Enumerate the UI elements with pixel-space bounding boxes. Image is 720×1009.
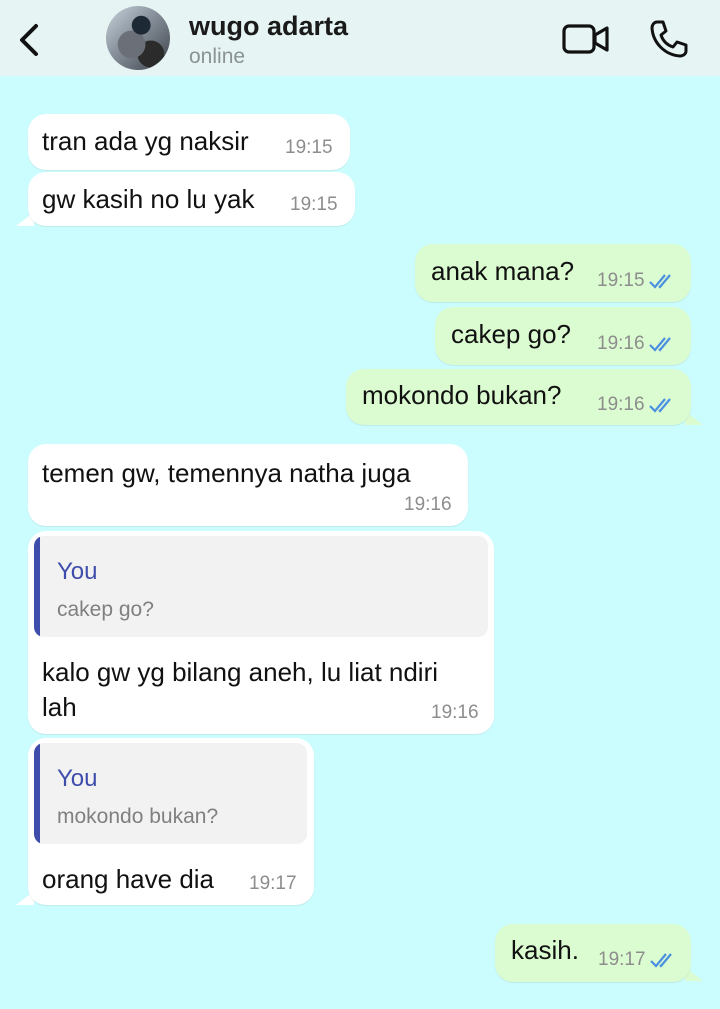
message-text: gw kasih no lu yak <box>42 184 255 214</box>
message-time: 19:15 <box>285 137 333 158</box>
quote-accent-bar <box>34 536 40 637</box>
message-text-line: kalo gw yg bilang aneh, lu liat ndiri <box>42 657 439 687</box>
chat-header: wugo adarta online <box>0 0 720 76</box>
quoted-message[interactable]: You cakep go? <box>34 536 488 637</box>
message-text: orang have dia <box>42 864 215 894</box>
message-text: mokondo bukan? <box>362 380 562 410</box>
contact-status: online <box>189 45 246 68</box>
read-receipt-icon <box>649 398 671 413</box>
video-camera-icon[interactable] <box>562 22 610 56</box>
message-text: temen gw, temennya natha juga <box>42 458 411 488</box>
read-receipt-icon <box>649 274 671 289</box>
message-time: 19:16 <box>597 394 645 415</box>
read-receipt-icon <box>650 953 672 968</box>
message-bubble-outgoing[interactable]: mokondo bukan? 19:16 <box>346 369 691 425</box>
quote-text: mokondo bukan? <box>57 805 219 828</box>
quote-author: You <box>57 765 98 792</box>
message-bubble-incoming[interactable]: tran ada yg naksir 19:15 <box>28 114 350 170</box>
message-time: 19:16 <box>431 702 479 723</box>
message-time: 19:17 <box>598 949 646 970</box>
chevron-left-icon[interactable] <box>14 20 44 60</box>
read-receipt-icon <box>649 337 671 352</box>
message-text: anak mana? <box>431 256 575 286</box>
message-text: cakep go? <box>451 319 571 349</box>
message-time: 19:17 <box>249 873 297 894</box>
message-bubble-outgoing[interactable]: cakep go? 19:16 <box>435 307 691 365</box>
message-bubble-incoming[interactable]: temen gw, temennya natha juga 19:16 <box>28 444 468 526</box>
message-time: 19:16 <box>404 494 452 515</box>
contact-name[interactable]: wugo adarta <box>189 11 348 42</box>
message-time: 19:15 <box>290 194 338 215</box>
quoted-message[interactable]: You mokondo bukan? <box>34 743 307 844</box>
message-bubble-incoming[interactable]: You mokondo bukan? orang have dia 19:17 <box>28 738 314 905</box>
avatar[interactable] <box>106 6 170 70</box>
message-text-line: lah <box>42 692 77 722</box>
message-bubble-incoming[interactable]: gw kasih no lu yak 19:15 <box>28 172 355 226</box>
message-bubble-incoming[interactable]: You cakep go? kalo gw yg bilang aneh, lu… <box>28 531 494 734</box>
message-bubble-outgoing[interactable]: kasih. 19:17 <box>495 924 691 982</box>
message-time: 19:16 <box>597 333 645 354</box>
message-text: tran ada yg naksir <box>42 126 249 156</box>
phone-icon[interactable] <box>648 19 688 59</box>
quote-author: You <box>57 558 98 585</box>
quote-text: cakep go? <box>57 598 154 621</box>
message-text: kasih. <box>511 935 579 965</box>
quote-accent-bar <box>34 743 40 844</box>
message-bubble-outgoing[interactable]: anak mana? 19:15 <box>415 244 691 302</box>
message-time: 19:15 <box>597 270 645 291</box>
